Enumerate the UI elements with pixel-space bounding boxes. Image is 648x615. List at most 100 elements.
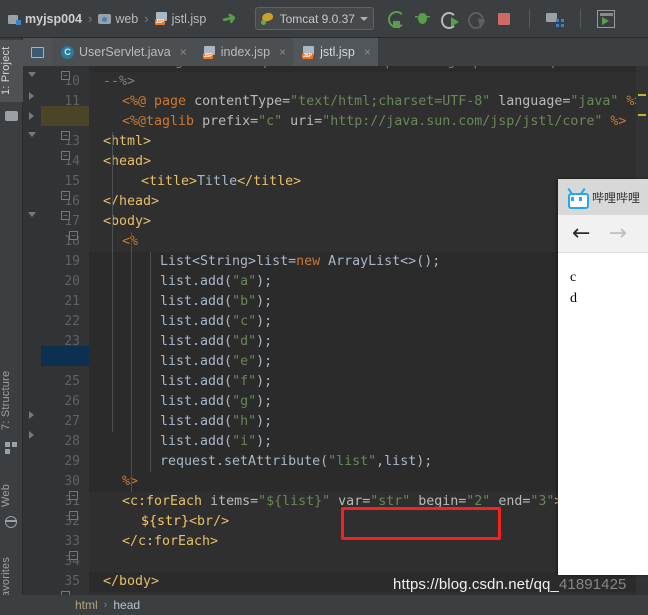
code-token: "list": [328, 454, 377, 469]
status-breadcrumb-head[interactable]: head: [113, 598, 140, 612]
code-token: new: [296, 254, 321, 269]
fold-minus-icon-30[interactable]: −: [69, 491, 78, 500]
fold-arrow-right-icon-2[interactable]: [29, 112, 34, 120]
code-line[interactable]: ${str}<br/>: [141, 512, 229, 532]
line-number: 30: [64, 474, 80, 489]
status-breadcrumb-separator-icon: ›: [103, 599, 108, 611]
code-line[interactable]: --%>: [103, 72, 135, 92]
status-breadcrumb-bar: html › head: [23, 595, 648, 615]
code-line[interactable]: list.add("e");: [160, 352, 272, 372]
breadcrumb-item-project[interactable]: myjsp004: [8, 12, 82, 26]
code-editor[interactable]: 9101112131415161718192021222324252627282…: [23, 66, 648, 595]
code-token: );: [256, 294, 273, 309]
sidebar-item-project[interactable]: 1: Project: [0, 40, 23, 102]
stripe-warning-marker[interactable]: [638, 94, 646, 96]
browser-content-line-2: d: [570, 291, 577, 306]
code-line-partial: To change this template use File | Setti…: [103, 66, 607, 72]
stripe-warning-marker-2[interactable]: [638, 114, 646, 116]
code-token: "f": [232, 374, 257, 389]
close-icon[interactable]: ×: [279, 45, 286, 59]
sidebar-item-structure[interactable]: 7: Structure: [0, 364, 23, 436]
code-line[interactable]: list.add("c");: [160, 312, 272, 332]
code-token: list.add(: [160, 434, 233, 449]
tab-index-jsp[interactable]: index.jsp ×: [193, 38, 294, 66]
code-line[interactable]: <%@taglib prefix="c" uri="http://java.su…: [122, 112, 626, 132]
code-line[interactable]: list.add("f");: [160, 372, 272, 392]
code-line[interactable]: </body>: [103, 572, 159, 592]
tab-list-toggle-button[interactable]: [23, 38, 52, 66]
code-token: <html>: [103, 134, 152, 149]
hammer-build-icon[interactable]: ➜: [220, 7, 238, 30]
run-button[interactable]: [387, 10, 405, 28]
fold-arrow-right-icon[interactable]: [29, 92, 34, 100]
code-token: );: [256, 374, 273, 389]
breadcrumb-item-web[interactable]: web: [98, 12, 138, 26]
code-line[interactable]: list.add("d");: [160, 332, 272, 352]
debug-button[interactable]: [414, 10, 432, 28]
web-folder-icon: [98, 13, 112, 25]
run-configuration-label: Tomcat 9.0.37: [279, 11, 355, 26]
watermark-prefix: https://blog.csdn.net/qq_: [393, 576, 559, 593]
fold-minus-icon-14[interactable]: −: [61, 151, 70, 160]
code-line[interactable]: %>: [122, 472, 138, 492]
fold-minus-icon-16[interactable]: −: [61, 191, 70, 200]
browse-button[interactable]: [596, 9, 615, 28]
code-line[interactable]: list.add("i");: [160, 432, 272, 452]
tab-jstl-jsp[interactable]: jstl.jsp ×: [293, 38, 378, 66]
code-line[interactable]: list.add("b");: [160, 292, 272, 312]
fold-minus-icon-18[interactable]: −: [69, 231, 78, 240]
code-line[interactable]: request.setAttribute("list",list);: [160, 452, 432, 472]
fold-minus-icon-33[interactable]: −: [69, 551, 78, 560]
code-line[interactable]: list.add("g");: [160, 392, 272, 412]
code-line[interactable]: <html>: [103, 132, 151, 152]
fold-arrow-right-icon-4[interactable]: [29, 431, 34, 439]
code-line[interactable]: list.add("a");: [160, 272, 272, 292]
back-arrow-icon[interactable]: ←: [572, 222, 590, 245]
code-line[interactable]: <%: [122, 232, 138, 252]
code-token: <title>: [141, 174, 198, 189]
code-line[interactable]: </c:forEach>: [122, 532, 218, 552]
stop-button[interactable]: [495, 10, 513, 28]
code-line[interactable]: <title>Title</title>: [141, 172, 301, 192]
code-line[interactable]: <body>: [103, 212, 151, 232]
line-number: 28: [64, 434, 80, 449]
profile-button[interactable]: [467, 10, 486, 29]
code-token: list.add(: [160, 394, 233, 409]
fold-arrow-down-icon[interactable]: [28, 72, 36, 77]
sidebar-item-web[interactable]: Web: [0, 478, 23, 512]
fold-minus-icon-17[interactable]: −: [61, 211, 70, 220]
code-token: items=: [202, 494, 259, 509]
code-token: );: [256, 334, 273, 349]
close-icon[interactable]: ×: [364, 45, 371, 59]
code-token: ${str}: [141, 514, 190, 529]
code-line[interactable]: <%@ page contentType="text/html;charset=…: [122, 92, 642, 112]
tab-userservlet-java[interactable]: C UserServlet.java ×: [52, 38, 194, 66]
code-line[interactable]: List<String>list=new ArrayList<>();: [160, 252, 440, 272]
fold-arrow-down-icon-3[interactable]: [28, 212, 36, 217]
run-configuration-selector[interactable]: Tomcat 9.0.37: [254, 7, 374, 30]
run-with-coverage-button[interactable]: [440, 10, 459, 29]
fold-arrow-down-icon-2[interactable]: [28, 132, 36, 137]
fold-minus-icon-13[interactable]: −: [61, 131, 70, 140]
module-icon: [8, 13, 21, 25]
fold-minus-icon-31[interactable]: −: [69, 511, 78, 520]
code-token: ArrayList<>();: [320, 254, 441, 269]
code-line[interactable]: <head>: [103, 152, 151, 172]
line-number: 15: [64, 174, 80, 189]
code-token: ,list);: [376, 454, 433, 469]
status-breadcrumb-html[interactable]: html: [75, 598, 98, 612]
code-token: "i": [232, 434, 257, 449]
code-line[interactable]: list.add("h");: [160, 412, 272, 432]
fold-arrow-right-icon-3[interactable]: [29, 411, 34, 419]
line-background: [89, 132, 648, 152]
fold-minus-icon-10[interactable]: −: [61, 71, 70, 80]
project-structure-button[interactable]: [545, 10, 564, 28]
close-icon[interactable]: ×: [180, 45, 187, 59]
line-number: 26: [64, 394, 80, 409]
tab-label-index: index.jsp: [220, 45, 271, 59]
forward-arrow-icon[interactable]: →: [608, 222, 626, 245]
code-token: "e": [232, 354, 257, 369]
sidebar-item-structure-label: 7: Structure: [0, 370, 12, 430]
breadcrumb-item-file[interactable]: jstl.jsp: [154, 12, 206, 26]
line-number: 29: [64, 454, 80, 469]
